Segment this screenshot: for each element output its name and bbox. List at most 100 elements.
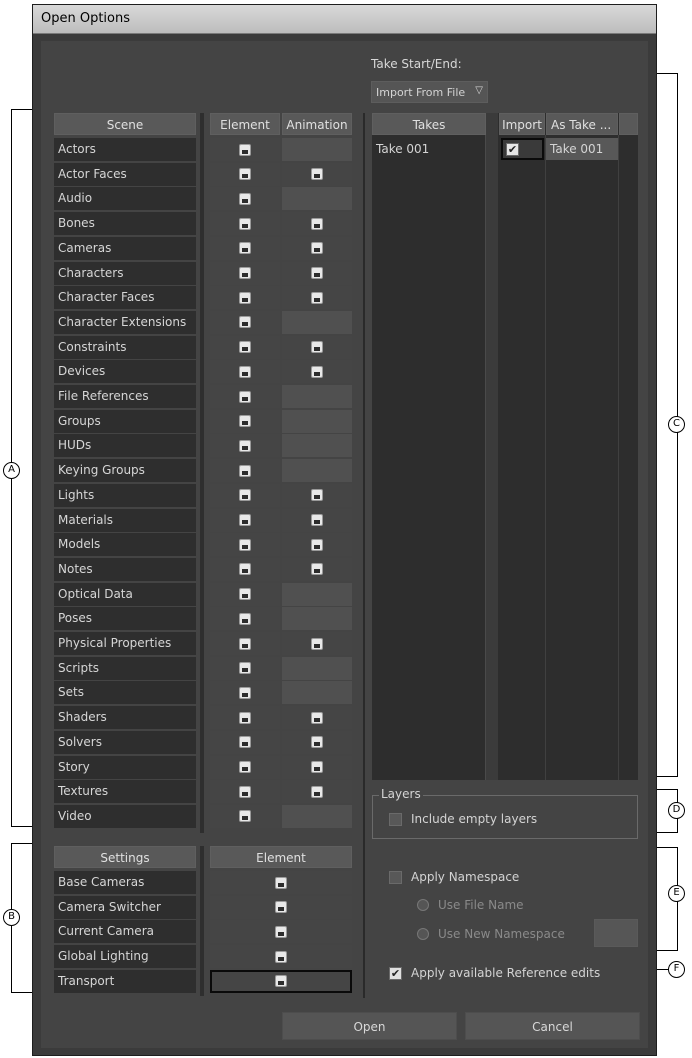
settings-element-cell[interactable] xyxy=(210,969,352,993)
scene-element-cell[interactable] xyxy=(210,755,280,779)
scene-element-cell[interactable] xyxy=(210,681,280,705)
scene-animation-cell[interactable] xyxy=(282,335,352,359)
apply-namespace-checkbox[interactable] xyxy=(389,871,402,884)
element-header[interactable]: Element xyxy=(210,113,280,135)
scene-element-cell[interactable] xyxy=(210,409,280,433)
scene-element-cell[interactable] xyxy=(210,236,280,260)
use-new-namespace-radio[interactable] xyxy=(417,928,429,940)
merge-icon xyxy=(239,686,251,699)
take-row[interactable]: Take 001 xyxy=(372,138,486,160)
scene-animation-cell[interactable] xyxy=(282,804,352,828)
scene-element-cell[interactable] xyxy=(210,459,280,483)
scene-animation-cell[interactable] xyxy=(282,706,352,730)
import-checkbox-cell[interactable]: ✔ xyxy=(501,138,544,160)
scene-element-cell[interactable] xyxy=(210,483,280,507)
scene-animation-cell[interactable] xyxy=(282,607,352,631)
as-take-cell[interactable]: Take 001 xyxy=(546,138,618,160)
scene-element-cell[interactable] xyxy=(210,261,280,285)
scene-element-cell[interactable] xyxy=(210,360,280,384)
scene-animation-cell[interactable] xyxy=(282,385,352,408)
take-dropdown-value: Import From File xyxy=(376,86,466,99)
merge-icon xyxy=(275,876,287,889)
merge-icon xyxy=(239,291,251,304)
scene-animation-cell[interactable] xyxy=(282,138,352,161)
take-start-end-dropdown[interactable]: Import From File ▽ xyxy=(371,81,488,103)
settings-header[interactable]: Settings xyxy=(54,846,196,868)
apply-reference-edits-checkbox[interactable]: ✔ xyxy=(389,967,402,980)
scene-element-cell[interactable] xyxy=(210,508,280,532)
scene-element-cell[interactable] xyxy=(210,557,280,581)
scene-animation-cell[interactable] xyxy=(282,557,352,581)
scene-animation-cell[interactable] xyxy=(282,310,352,334)
scene-row-label: Bones xyxy=(54,212,196,236)
scene-animation-cell[interactable] xyxy=(282,533,352,557)
scene-element-cell[interactable] xyxy=(210,730,280,754)
scene-element-cell[interactable] xyxy=(210,607,280,631)
scene-row-label: Actors xyxy=(54,138,196,161)
scene-animation-cell[interactable] xyxy=(282,681,352,705)
scene-element-cell[interactable] xyxy=(210,187,280,211)
settings-element-header[interactable]: Element xyxy=(210,846,352,868)
scene-animation-cell[interactable] xyxy=(282,755,352,779)
scene-animation-cell[interactable] xyxy=(282,162,352,186)
scene-row-label: Character Faces xyxy=(54,286,196,310)
scene-element-cell[interactable] xyxy=(210,138,280,161)
scene-animation-cell[interactable] xyxy=(282,212,352,236)
scene-element-cell[interactable] xyxy=(210,533,280,557)
scene-element-cell[interactable] xyxy=(210,335,280,359)
scene-animation-cell[interactable] xyxy=(282,582,352,606)
takes-header[interactable]: Takes xyxy=(372,113,486,135)
merge-icon xyxy=(311,217,323,230)
scene-animation-cell[interactable] xyxy=(282,360,352,384)
scene-animation-cell[interactable] xyxy=(282,730,352,754)
settings-element-cell[interactable] xyxy=(210,871,352,894)
scene-element-cell[interactable] xyxy=(210,385,280,408)
scene-animation-cell[interactable] xyxy=(282,409,352,433)
scene-animation-cell[interactable] xyxy=(282,261,352,285)
scene-element-cell[interactable] xyxy=(210,162,280,186)
scene-element-cell[interactable] xyxy=(210,632,280,655)
scene-row-label: Lights xyxy=(54,483,196,507)
settings-element-cell[interactable] xyxy=(210,895,352,919)
scene-animation-cell[interactable] xyxy=(282,236,352,260)
scene-animation-cell[interactable] xyxy=(282,656,352,680)
scene-element-cell[interactable] xyxy=(210,434,280,458)
scene-element-cell[interactable] xyxy=(210,310,280,334)
use-file-name-radio[interactable] xyxy=(417,899,429,911)
merge-icon xyxy=(239,588,251,601)
merge-icon xyxy=(239,637,251,650)
scene-element-cell[interactable] xyxy=(210,656,280,680)
animation-header[interactable]: Animation xyxy=(282,113,352,135)
open-button[interactable]: Open xyxy=(282,1012,457,1040)
scene-element-cell[interactable] xyxy=(210,780,280,804)
import-checkbox[interactable]: ✔ xyxy=(506,143,519,156)
scene-animation-cell[interactable] xyxy=(282,187,352,211)
merge-icon xyxy=(311,785,323,798)
merge-icon xyxy=(311,242,323,255)
scene-element-cell[interactable] xyxy=(210,212,280,236)
scene-animation-cell[interactable] xyxy=(282,434,352,458)
settings-element-cell[interactable] xyxy=(210,945,352,969)
scene-element-cell[interactable] xyxy=(210,286,280,310)
scene-animation-cell[interactable] xyxy=(282,483,352,507)
new-namespace-input[interactable] xyxy=(594,919,638,947)
scene-header[interactable]: Scene xyxy=(54,113,196,135)
scene-row-label: Cameras xyxy=(54,236,196,260)
scene-animation-cell[interactable] xyxy=(282,632,352,655)
scene-animation-cell[interactable] xyxy=(282,459,352,483)
scene-animation-cell[interactable] xyxy=(282,780,352,804)
as-take-header[interactable]: As Take ... xyxy=(546,113,618,135)
include-empty-layers-checkbox[interactable] xyxy=(389,813,402,826)
cancel-button[interactable]: Cancel xyxy=(465,1012,640,1040)
scene-element-cell[interactable] xyxy=(210,706,280,730)
merge-icon xyxy=(239,168,251,181)
scene-element-cell[interactable] xyxy=(210,804,280,828)
scene-animation-cell[interactable] xyxy=(282,508,352,532)
scene-element-cell[interactable] xyxy=(210,582,280,606)
settings-element-cell[interactable] xyxy=(210,920,352,944)
astake-col-line xyxy=(618,135,619,780)
merge-icon xyxy=(239,439,251,452)
scene-animation-cell[interactable] xyxy=(282,286,352,310)
merge-icon xyxy=(239,267,251,279)
import-header[interactable]: Import xyxy=(499,113,545,135)
